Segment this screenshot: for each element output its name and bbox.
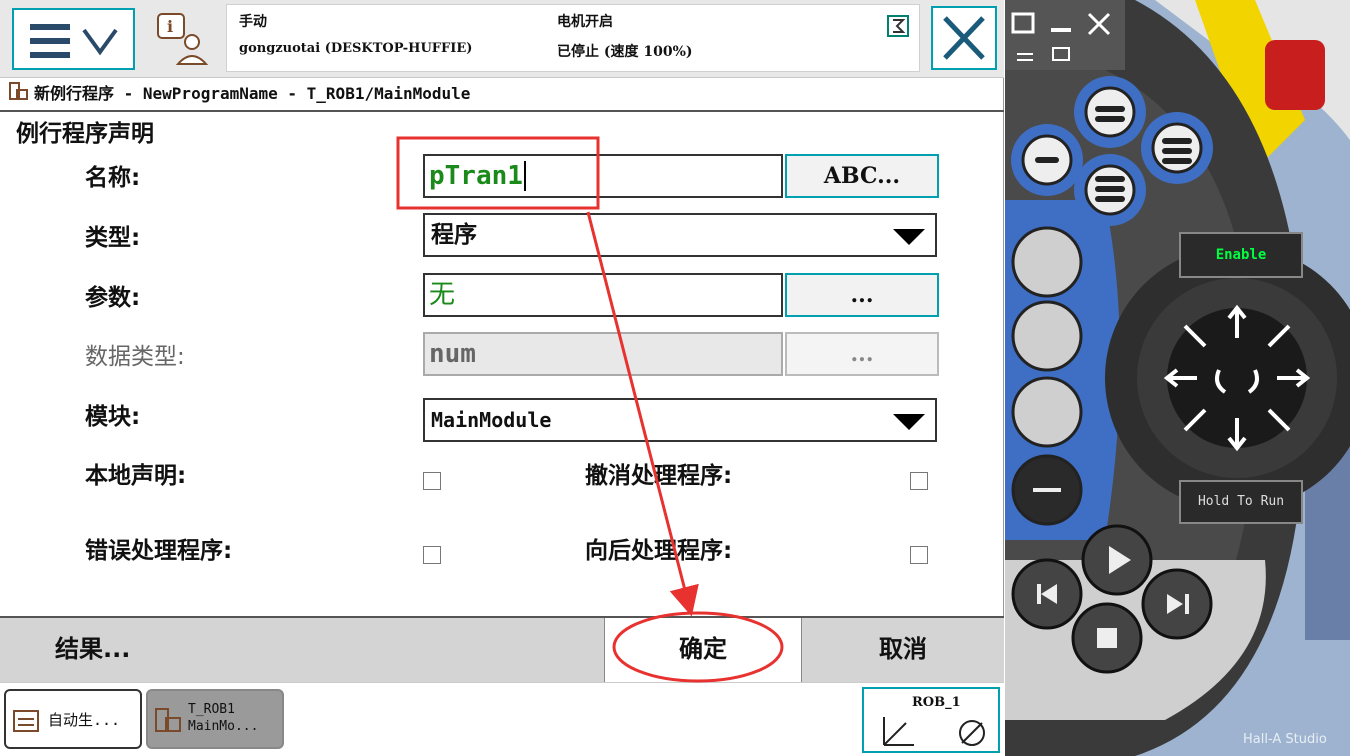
status-flag-icon [887, 15, 909, 37]
motor-state: 电机开启 [557, 14, 613, 30]
chevron-down-icon [893, 414, 925, 430]
status-panel: 手动 gongzuotai (DESKTOP-HUFFIE) 电机开启 已停止 … [226, 4, 920, 72]
backward-handler-checkbox[interactable] [910, 546, 928, 564]
error-handler-label: 错误处理程序: [85, 538, 233, 564]
undo-handler-checkbox[interactable] [910, 472, 928, 490]
window-title-text: 新例行程序 - NewProgramName - T_ROB1/MainModu… [34, 84, 471, 103]
module-label: 模块: [85, 404, 141, 430]
flexpendant-screen: i 手动 gongzuotai (DESKTOP-HUFFIE) 电机开启 已停… [0, 0, 1004, 756]
ok-button[interactable]: 确定 [604, 618, 802, 682]
type-select[interactable]: 程序 [423, 213, 937, 257]
enable-button[interactable]: Enable [1179, 232, 1303, 278]
command-bar: 结果... 确定 取消 [0, 616, 1004, 682]
task-autogen-label: 自动生... [48, 711, 121, 729]
svg-text:i: i [167, 17, 173, 36]
undo-handler-label: 撤消处理程序: [585, 463, 733, 489]
datatype-button: ... [785, 332, 939, 376]
module-select-value: MainModule [431, 408, 552, 432]
title-divider [0, 110, 1004, 112]
params-label: 参数: [85, 285, 141, 311]
top-bar: i 手动 gongzuotai (DESKTOP-HUFFIE) 电机开启 已停… [0, 0, 1004, 78]
close-icon [943, 16, 985, 60]
task-program-label: T_ROB1 MainMo... [188, 701, 258, 735]
production-window-icon [13, 710, 39, 732]
name-label: 名称: [85, 165, 141, 191]
watermark-text: Hall-A Studio [1243, 732, 1327, 747]
backward-handler-label: 向后处理程序: [585, 538, 733, 564]
local-decl-checkbox[interactable] [423, 472, 441, 490]
controller-name: gongzuotai (DESKTOP-HUFFIE) [239, 41, 473, 56]
mechanical-unit-label: ROB_1 [912, 695, 961, 710]
keyboard-button[interactable]: ABC... [785, 154, 939, 198]
task-program-editor[interactable]: T_ROB1 MainMo... [146, 689, 284, 749]
program-icon [9, 82, 28, 100]
window-control-icons [1011, 12, 1111, 61]
teach-pendant-hardware: Enable Hold To Run Hall-A Studio [1005, 0, 1350, 756]
window-controls [1005, 0, 1125, 70]
datatype-label: 数据类型: [85, 344, 185, 370]
task-program-line1: T_ROB1 [188, 702, 235, 717]
main-menu-button[interactable] [12, 8, 135, 70]
task-autogen[interactable]: 自动生... [4, 689, 142, 749]
module-select[interactable]: MainModule [423, 398, 937, 442]
params-button[interactable]: ... [785, 273, 939, 317]
hold-to-run-button[interactable]: Hold To Run [1179, 480, 1303, 524]
pendant-body [1005, 0, 1350, 756]
section-header: 例行程序声明 [16, 121, 154, 147]
cancel-button[interactable]: 取消 [802, 618, 1004, 682]
window-title: 新例行程序 - NewProgramName - T_ROB1/MainModu… [8, 80, 998, 104]
name-input-value: pTran1 [429, 161, 523, 191]
result-button[interactable]: 结果... [0, 618, 604, 682]
local-decl-label: 本地声明: [85, 463, 187, 489]
operating-mode: 手动 [239, 14, 267, 30]
task-program-line2: MainMo... [188, 719, 259, 734]
params-input[interactable]: 无 [423, 273, 783, 317]
name-input[interactable]: pTran1 [423, 154, 783, 198]
chevron-down-icon [893, 229, 925, 245]
type-label: 类型: [85, 225, 141, 251]
taskbar: 自动生... T_ROB1 MainMo... ROB_1 [0, 682, 1004, 756]
error-handler-checkbox[interactable] [423, 546, 441, 564]
type-select-value: 程序 [431, 222, 477, 248]
datatype-input: num [423, 332, 783, 376]
quickset-button[interactable]: ROB_1 [862, 687, 1000, 753]
program-state: 已停止 (速度 100%) [557, 44, 693, 60]
program-icon [155, 708, 181, 732]
close-button[interactable] [931, 6, 997, 70]
event-log-icon[interactable]: i [152, 10, 214, 70]
menu-icon [30, 24, 118, 58]
